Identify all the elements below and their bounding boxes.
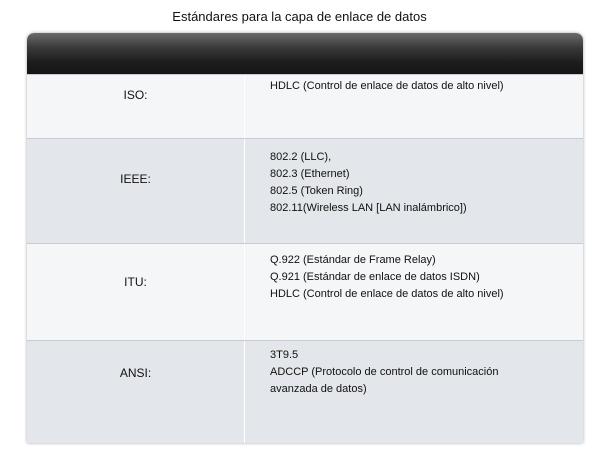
table-row-ansi: ANSI: 3T9.5 ADCCP (Protocolo de control … xyxy=(27,340,583,443)
standards-cell: 3T9.5 ADCCP (Protocolo de control de com… xyxy=(245,341,583,443)
standard-item: HDLC (Control de enlace de datos de alto… xyxy=(270,288,504,300)
standards-cell: 802.2 (LLC), 802.3 (Ethernet) 802.5 (Tok… xyxy=(245,139,583,243)
org-cell: ITU: xyxy=(27,244,245,340)
org-cell: ISO: xyxy=(27,75,245,138)
standard-item: 802.3 (Ethernet) xyxy=(270,168,350,180)
standard-item: 802.2 (LLC), xyxy=(270,151,332,163)
standard-item: avanzada de datos) xyxy=(270,383,367,395)
standard-item: 802.11(Wireless LAN [LAN inalámbrico]) xyxy=(270,202,467,214)
slide: Estándares para la capa de enlace de dat… xyxy=(0,0,599,455)
standard-item: 802.5 (Token Ring) xyxy=(270,185,363,197)
org-cell: IEEE: xyxy=(27,139,245,243)
standard-item: ADCCP (Protocolo de control de comunicac… xyxy=(270,366,499,378)
standards-cell: HDLC (Control de enlace de datos de alto… xyxy=(245,75,583,138)
org-cell: ANSI: xyxy=(27,341,245,443)
standard-item: HDLC (Control de enlace de datos de alto… xyxy=(270,80,504,92)
standard-item: Q.921 (Estándar de enlace de datos ISDN) xyxy=(270,271,480,283)
table-row-ieee: IEEE: 802.2 (LLC), 802.3 (Ethernet) 802.… xyxy=(27,138,583,243)
standard-item: Q.922 (Estándar de Frame Relay) xyxy=(270,254,436,266)
table-row-iso: ISO: HDLC (Control de enlace de datos de… xyxy=(27,74,583,138)
standards-cell: Q.922 (Estándar de Frame Relay) Q.921 (E… xyxy=(245,244,583,340)
page-title: Estándares para la capa de enlace de dat… xyxy=(172,9,427,24)
table-row-itu: ITU: Q.922 (Estándar de Frame Relay) Q.9… xyxy=(27,243,583,340)
table-header xyxy=(27,33,583,74)
standard-item: 3T9.5 xyxy=(270,349,299,361)
standards-table: ISO: HDLC (Control de enlace de datos de… xyxy=(27,33,583,443)
